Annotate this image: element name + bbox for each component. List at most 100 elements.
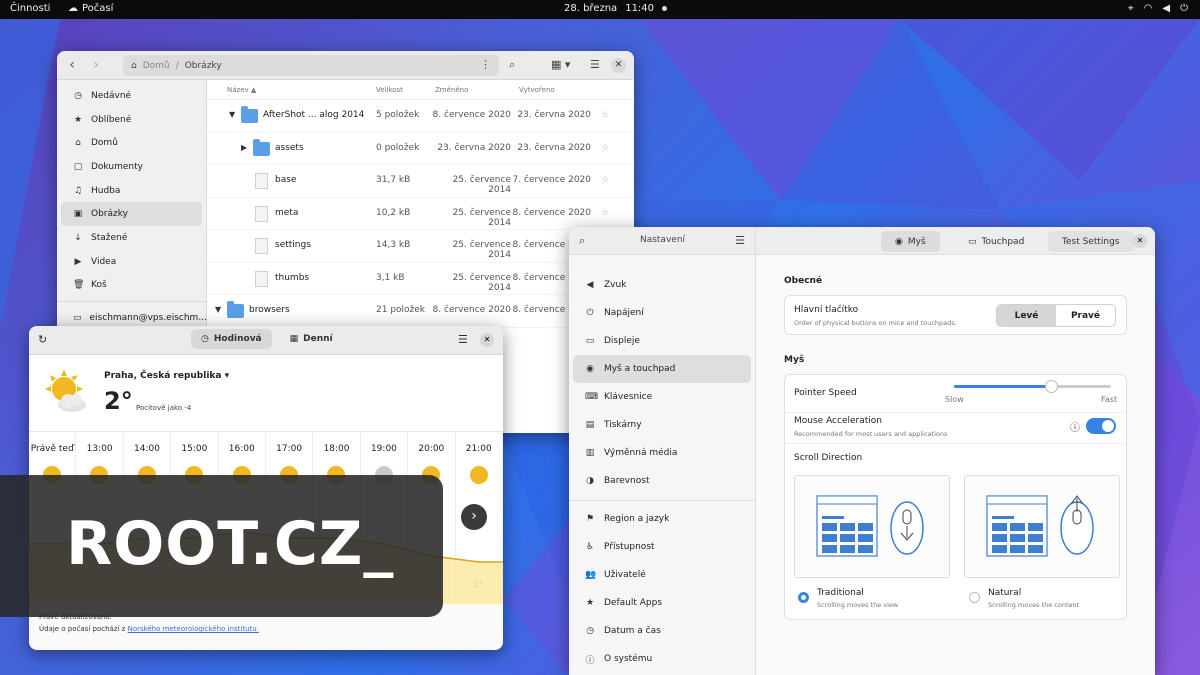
traditional-label: Traditional	[817, 588, 864, 598]
column-name[interactable]: Název ▲	[227, 86, 256, 94]
column-created[interactable]: Vytvořeno	[519, 86, 555, 94]
sidebar-item-label: Koš	[91, 280, 107, 291]
forward-icon[interactable]: ›	[87, 57, 105, 73]
hamburger-menu-icon[interactable]: ☰	[458, 333, 468, 346]
right-button-option[interactable]: Pravé	[1056, 305, 1115, 326]
system-menu[interactable]: ⌖ ◠ ◀ ⏻	[1128, 3, 1188, 14]
file-name: assets	[275, 142, 304, 153]
primary-button-desc: Order of physical buttons on mice and to…	[794, 319, 957, 327]
close-icon[interactable]: ✕	[480, 333, 494, 347]
refresh-icon[interactable]: ↻	[38, 333, 47, 346]
settings-nav-nav2-2[interactable]: 👥 Uživatelé	[573, 561, 751, 589]
data-source: Údaje o počasí pochází z Norského meteor…	[39, 625, 259, 633]
kebab-menu-icon[interactable]: ⋮	[480, 58, 491, 71]
settings-nav-nav2-5[interactable]: ⓘ O systému	[573, 645, 751, 673]
sun-cloud-icon	[45, 370, 86, 412]
settings-nav-label: Napájení	[604, 308, 644, 318]
left-button-option[interactable]: Levé	[997, 305, 1056, 326]
path-current[interactable]: Obrázky	[185, 61, 222, 71]
settings-nav-nav-6[interactable]: ▥ Výměnná média	[573, 439, 751, 467]
tab-touchpad[interactable]: ▭ Touchpad	[954, 231, 1038, 252]
star-icon[interactable]: ☆	[601, 208, 609, 218]
expander-icon[interactable]: ▼	[229, 110, 235, 119]
sidebar-item-4[interactable]: ♫ Hudba	[61, 179, 202, 203]
close-icon[interactable]: ✕	[611, 58, 626, 73]
settings-nav-nav-3[interactable]: ◉ Myš a touchpad	[573, 355, 751, 383]
met-institute-link[interactable]: Norského meteorologického institutu.	[128, 625, 259, 633]
settings-nav-nav-7[interactable]: ◑ Barevnost	[573, 467, 751, 495]
tab-daily[interactable]: ▦ Denní	[280, 329, 343, 349]
file-row[interactable]: base 31,7 kB 25. července 2014 7. července …	[207, 165, 634, 198]
settings-nav-nav-5[interactable]: ▤ Tiskárny	[573, 411, 751, 439]
sidebar-item-0[interactable]: ◷ Nedávné	[61, 84, 202, 108]
app-menu[interactable]: ☁ Počasí	[68, 3, 113, 14]
tab-hourly[interactable]: ◷ Hodinová	[191, 329, 272, 349]
traditional-illustration[interactable]	[794, 475, 950, 578]
traditional-desc: Scrolling moves the view	[817, 601, 899, 609]
next-hours-button[interactable]: ›	[461, 504, 487, 530]
settings-nav-nav2-4[interactable]: ◷ Datum a čas	[573, 617, 751, 645]
path-bar[interactable]: ⌂ Domů / Obrázky ⋮	[123, 55, 499, 76]
expander-icon[interactable]: ▼	[215, 305, 221, 314]
file-icon	[255, 205, 268, 222]
star-icon[interactable]: ☆	[601, 110, 609, 120]
back-icon[interactable]: ‹	[63, 57, 81, 73]
expander-icon[interactable]: ▶	[241, 143, 247, 152]
test-settings-button[interactable]: Test Settings	[1048, 231, 1134, 252]
activities-button[interactable]: Činnosti	[10, 3, 50, 14]
file-name: thumbs	[275, 272, 310, 283]
feels-like: Pocitově jako -4	[136, 404, 192, 412]
column-modified[interactable]: Změněno	[435, 86, 468, 94]
search-icon[interactable]: ⌕	[509, 58, 515, 72]
calendar-icon: ▦	[289, 334, 299, 344]
settings-nav-nav-2[interactable]: ▭ Displeje	[573, 327, 751, 355]
wifi-icon: ◠	[1143, 3, 1153, 14]
grid-view-icon[interactable]: ▦ ▾	[551, 58, 570, 71]
folder-icon	[253, 138, 270, 156]
natural-scroll-icon	[986, 495, 1094, 557]
close-icon[interactable]: ✕	[1133, 234, 1147, 248]
traditional-radio[interactable]	[798, 592, 809, 603]
sidebar-item-7[interactable]: ▶ Videa	[61, 250, 202, 274]
sidebar-item-5[interactable]: ▣ Obrázky	[61, 202, 202, 227]
star-icon[interactable]: ☆	[601, 143, 609, 153]
settings-nav-nav2-1[interactable]: ♿ Přístupnost	[573, 533, 751, 561]
hamburger-menu-icon[interactable]: ☰	[735, 234, 745, 247]
mouse-acceleration-toggle[interactable]	[1086, 418, 1116, 434]
accessibility-icon: ♿	[585, 542, 595, 552]
file-icon	[255, 173, 268, 189]
path-home[interactable]: Domů	[143, 61, 170, 71]
pointer-speed-slider[interactable]	[954, 380, 1111, 393]
sidebar-item-8[interactable]: 🗑 Koš	[61, 274, 202, 298]
tab-touchpad-label: Touchpad	[981, 236, 1025, 247]
speaker-icon: ◀	[586, 280, 594, 290]
slider-handle[interactable]	[1045, 380, 1059, 393]
natural-radio[interactable]	[969, 592, 980, 603]
settings-nav-nav2-3[interactable]: ★ Default Apps	[573, 589, 751, 617]
star-icon: ★	[585, 598, 595, 608]
info-icon[interactable]: ⓘ	[1070, 419, 1080, 434]
star-icon[interactable]: ☆	[601, 175, 609, 185]
column-size[interactable]: Velikost	[376, 86, 403, 94]
hamburger-menu-icon[interactable]: ☰	[590, 58, 600, 71]
clock-date: 28. března	[564, 3, 618, 14]
sidebar-item-label: Oblíbené	[91, 114, 132, 125]
file-row[interactable]: ▶ assets 0 položek 23. června 2020 23. červn…	[207, 133, 634, 165]
natural-illustration[interactable]	[964, 475, 1120, 578]
sidebar-item-3[interactable]: ▢ Dokumenty	[61, 155, 202, 179]
file-row[interactable]: meta 10,2 kB 25. července 2014 8. července …	[207, 198, 634, 230]
settings-nav-nav2-0[interactable]: ⚑ Region a jazyk	[573, 505, 751, 533]
settings-nav-nav-1[interactable]: ⏻ Napájení	[573, 299, 751, 327]
sidebar-item-6[interactable]: ↓ Stažené	[61, 226, 202, 250]
touchpad-icon: ▭	[968, 236, 977, 247]
settings-nav-nav-4[interactable]: ⌨ Klávesnice	[573, 383, 751, 411]
file-row[interactable]: ▼ AfterShot ... alog 2014 5 položek 8. červ…	[207, 100, 634, 133]
sidebar-item-2[interactable]: ⌂ Domů	[61, 131, 202, 155]
tab-mouse[interactable]: ◉ Myš	[881, 231, 940, 252]
clock[interactable]: 28. března 11:40	[564, 3, 668, 14]
settings-nav-nav-0[interactable]: ◀ Zvuk	[573, 271, 751, 299]
location-label[interactable]: Praha, Česká republika ▾	[104, 371, 229, 381]
sidebar-item-1[interactable]: ★ Oblíbené	[61, 108, 202, 132]
star-icon: ★	[73, 114, 83, 125]
file-created: 8. července 2020	[512, 207, 591, 218]
